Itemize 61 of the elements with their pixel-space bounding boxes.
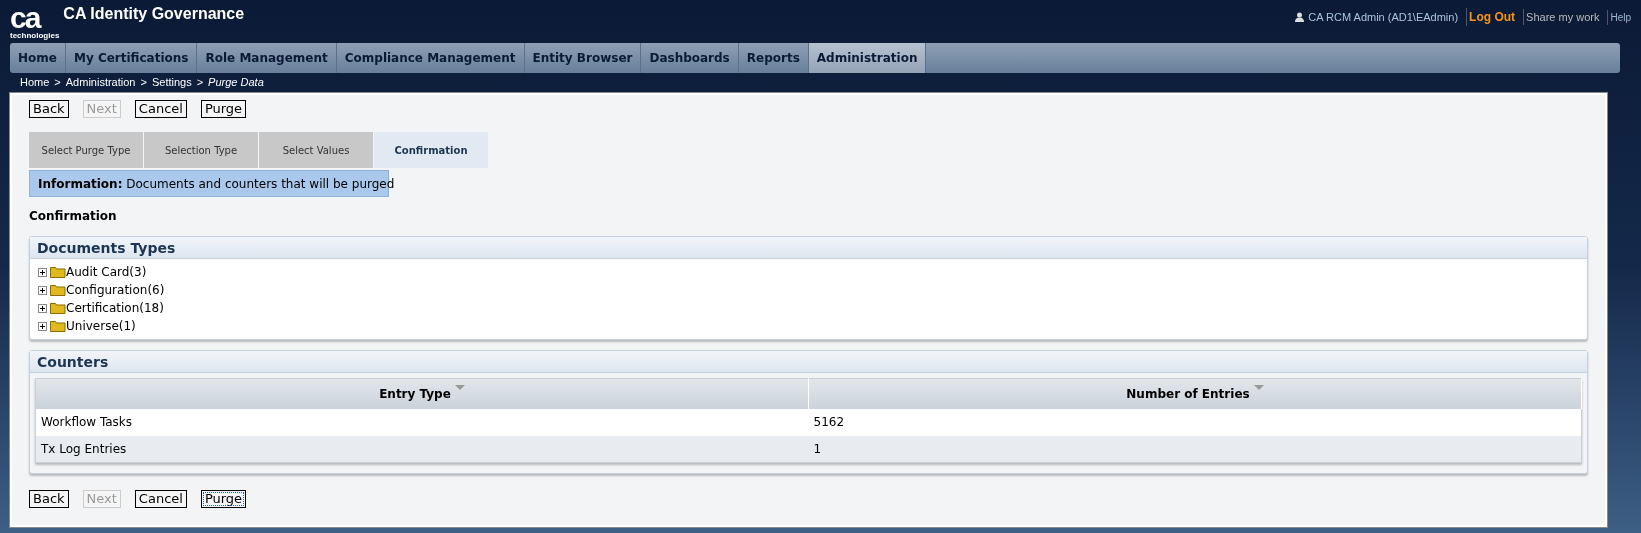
logo-mark: ca [10, 4, 40, 32]
logo-subtitle: technologies [10, 32, 60, 40]
app-title: CA Identity Governance [63, 4, 245, 24]
plus-box-icon[interactable] [38, 267, 47, 277]
breadcrumb-link[interactable]: Home [20, 73, 50, 91]
header-link[interactable]: Log Out [1466, 8, 1516, 26]
breadcrumb-link[interactable]: Administration [65, 73, 136, 91]
wizard-button[interactable]: Purge [200, 490, 247, 508]
plus-box-icon[interactable] [38, 285, 47, 295]
tree-item-label: Configuration(6) [66, 282, 165, 299]
nav-tab[interactable]: My Certifications [65, 43, 198, 73]
wizard-step[interactable]: Selection Type [144, 132, 258, 168]
nav-tab[interactable]: Dashboards [641, 43, 739, 73]
breadcrumb-link[interactable]: Settings [151, 73, 192, 91]
wizard-button[interactable]: Back [29, 100, 69, 118]
column-header[interactable]: Entry Type [35, 378, 809, 409]
nav-tab[interactable]: Entity Browser [524, 43, 642, 73]
nav-tab[interactable]: Administration [808, 43, 927, 73]
folder-icon [50, 320, 66, 332]
user-icon [1295, 12, 1305, 22]
nav-tab[interactable]: Home [10, 43, 66, 73]
info-text: Information: Documents and counters that will be purged [38, 175, 395, 193]
section-title: Confirmation [29, 208, 118, 225]
tree-item-label: Certification(18) [66, 300, 164, 317]
wizard-step[interactable]: Confirmation [374, 132, 488, 168]
nav-tab[interactable]: Role Management [197, 43, 337, 73]
column-header[interactable]: Number of Entries [808, 378, 1582, 409]
table-cell: Tx Log Entries [35, 435, 809, 463]
wizard-button[interactable]: Cancel [134, 100, 187, 118]
folder-icon [50, 266, 66, 278]
wizard-button[interactable]: Back [29, 490, 69, 508]
breadcrumb-separator: > [140, 74, 147, 90]
wizard-button[interactable]: Cancel [134, 490, 187, 508]
sort-icon [454, 384, 465, 390]
nav-tab[interactable]: Compliance Management [336, 43, 525, 73]
wizard-step[interactable]: Select Purge Type [29, 132, 143, 168]
tree-item[interactable]: Audit Card(3) [38, 263, 1579, 281]
tree-item[interactable]: Universe(1) [38, 317, 1579, 335]
panel-title: Documents Types [30, 237, 1587, 259]
folder-icon [50, 284, 66, 296]
current-page-label: Purge Data [208, 74, 264, 90]
tree-item[interactable]: Certification(18) [38, 299, 1579, 317]
table-cell: 5162 [808, 408, 1582, 436]
tree-item-label: Universe(1) [66, 318, 136, 335]
panel-title: Counters [30, 351, 1587, 373]
header-link[interactable]: Help [1607, 9, 1631, 25]
breadcrumb-separator: > [54, 74, 61, 90]
tree-item-label: Audit Card(3) [66, 264, 147, 281]
header-link[interactable]: Share my work [1523, 8, 1600, 26]
table-cell: Workflow Tasks [35, 408, 809, 436]
wizard-button[interactable]: Purge [200, 100, 247, 118]
wizard-step[interactable]: Select Values [259, 132, 373, 168]
plus-box-icon[interactable] [38, 303, 47, 313]
user-name: CA RCM Admin (AD1\EAdmin) [1308, 9, 1459, 25]
nav-tab[interactable]: Reports [738, 43, 809, 73]
breadcrumb-separator: > [196, 74, 204, 90]
tree-item[interactable]: Configuration(6) [38, 281, 1579, 299]
sort-icon [1253, 384, 1264, 390]
table-cell: 1 [808, 435, 1582, 463]
folder-icon [50, 302, 66, 314]
plus-box-icon[interactable] [38, 321, 47, 331]
